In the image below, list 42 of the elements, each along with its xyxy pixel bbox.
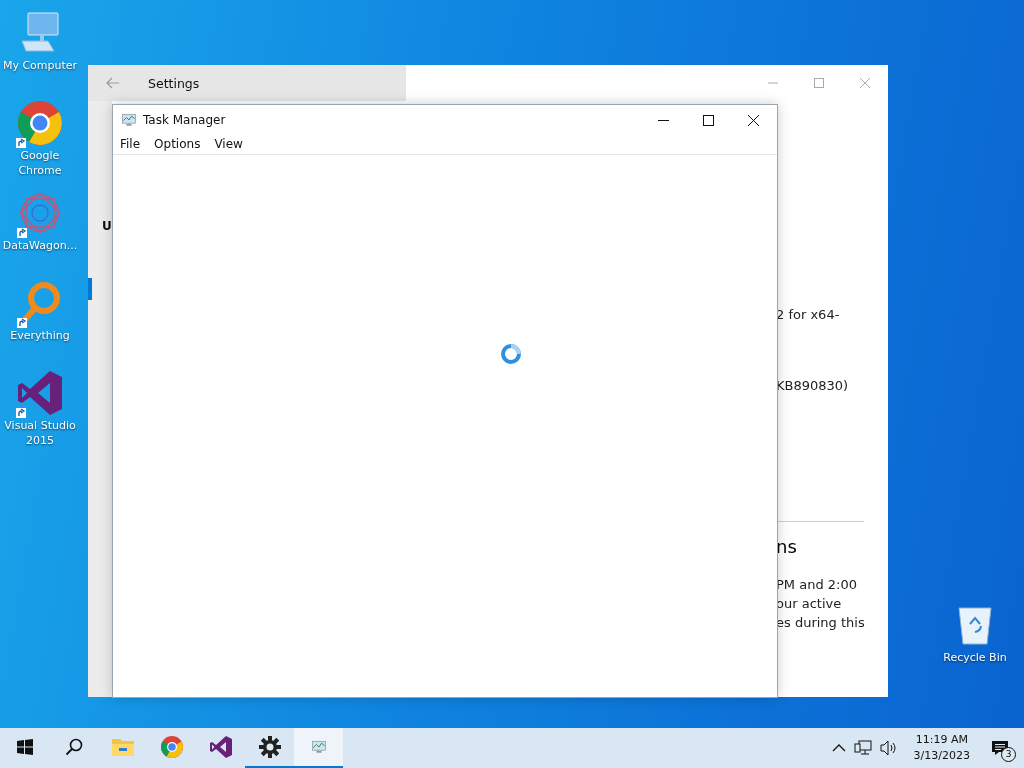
clock-time: 11:19 AM — [915, 732, 968, 748]
clock-date: 3/13/2023 — [913, 748, 970, 764]
chevron-up-icon[interactable] — [831, 744, 846, 752]
menu-item[interactable]: Options — [154, 137, 201, 151]
desktop-icon-label: My Computer — [2, 58, 78, 73]
window-title: Settings — [148, 75, 200, 91]
visual-studio-icon — [16, 369, 64, 417]
close-icon[interactable] — [748, 114, 759, 126]
folder-icon — [110, 736, 135, 758]
volume-icon[interactable] — [879, 740, 898, 756]
desktop-shortcut[interactable]: Google Chrome — [0, 98, 80, 178]
mandala-icon — [17, 190, 63, 236]
computer-icon — [18, 11, 62, 55]
action-center-button[interactable]: 3 — [986, 734, 1014, 762]
chrome-icon — [159, 735, 184, 759]
visual-studio-icon — [208, 735, 233, 759]
notification-count: 3 — [1001, 747, 1016, 762]
windows-start-icon — [16, 739, 33, 755]
settings-text: KB890830) — [776, 377, 850, 395]
desktop-icon-label: DataWagon... — [2, 238, 78, 253]
desktop-icon-label: Everything — [9, 328, 71, 343]
chrome-icon — [16, 99, 64, 147]
desktop-icon-label: Google Chrome — [17, 148, 63, 178]
desktop-icon-label: Recycle Bin — [942, 650, 1008, 665]
desktop-shortcut[interactable]: My Computer — [0, 8, 80, 88]
section-heading: ns — [776, 536, 798, 557]
selection-indicator — [88, 278, 92, 300]
window-title: Task Manager — [143, 113, 226, 127]
desktop-icon-label: Visual Studio 2015 — [3, 418, 77, 448]
task-manager-icon — [310, 740, 327, 754]
desktop-shortcut[interactable]: Everything — [0, 278, 80, 358]
recycle-bin-shortcut[interactable]: Recycle Bin — [940, 602, 1010, 665]
maximize-icon[interactable] — [703, 114, 714, 126]
network-icon[interactable] — [853, 740, 872, 756]
sidebar-heading: U — [102, 219, 112, 233]
desktop-shortcut[interactable]: DataWagon... — [0, 188, 80, 268]
settings-icon — [258, 736, 281, 758]
search-icon — [64, 738, 83, 756]
menu-item[interactable]: View — [214, 137, 243, 151]
desktop-shortcut[interactable]: Visual Studio 2015 — [0, 368, 80, 448]
task-manager-icon — [121, 113, 137, 127]
menu-item[interactable]: File — [120, 137, 141, 151]
